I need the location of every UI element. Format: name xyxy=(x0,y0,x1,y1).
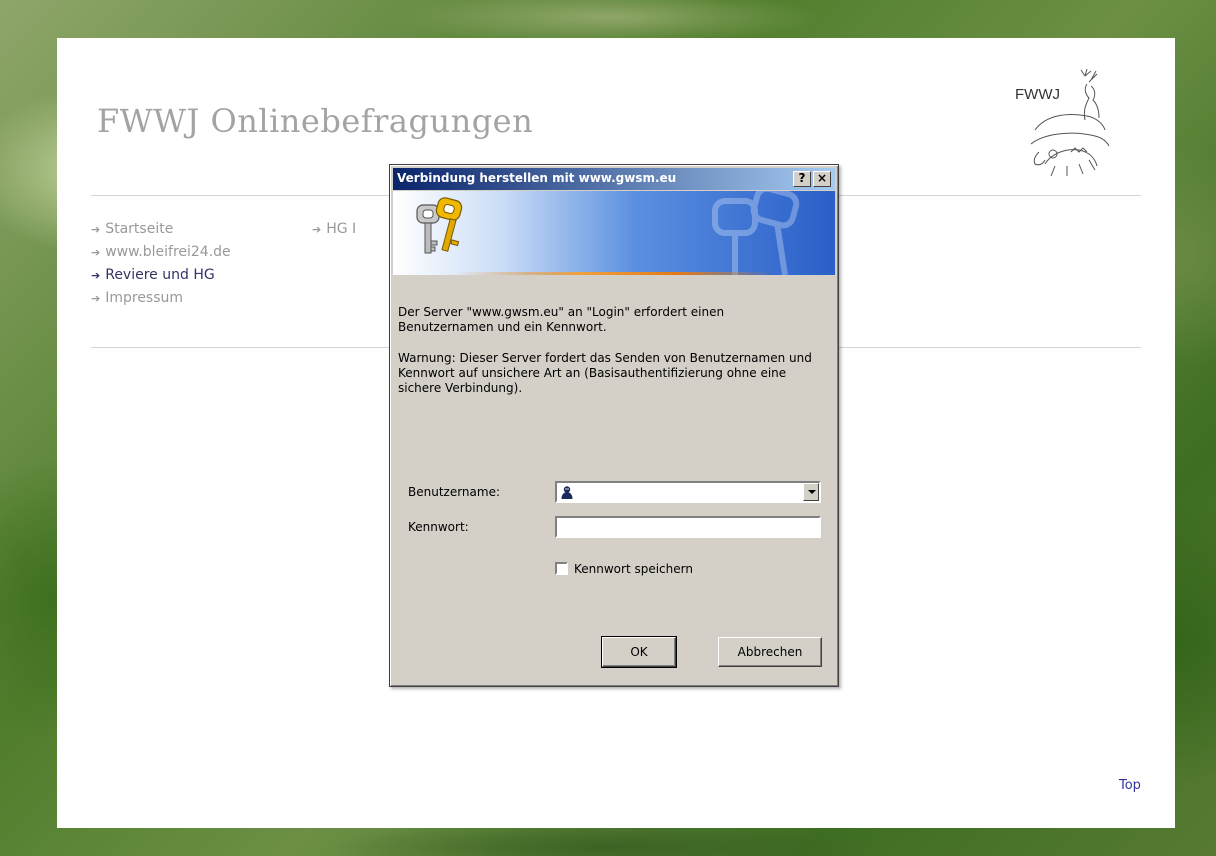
arrow-right-icon: ➔ xyxy=(91,246,101,259)
chevron-down-icon[interactable] xyxy=(803,483,819,501)
security-warning: Warnung: Dieser Server fordert das Sende… xyxy=(398,351,812,395)
arrow-right-icon: ➔ xyxy=(91,292,101,305)
dialog-banner xyxy=(393,191,835,275)
arrow-right-icon: ➔ xyxy=(91,269,101,282)
main-navigation: ➔ Startseite ➔ www.bleifrei24.de ➔ Reviere … xyxy=(91,218,231,310)
dialog-title: Verbindung herstellen mit www.gwsm.eu xyxy=(397,171,677,185)
ok-button[interactable]: OK xyxy=(601,636,677,668)
nav-item-label: www.bleifrei24.de xyxy=(105,244,231,260)
password-field[interactable] xyxy=(555,516,821,538)
login-dialog: Verbindung herstellen mit www.gwsm.eu ? … xyxy=(389,164,839,687)
banner-stripe xyxy=(453,272,773,275)
keys-watermark-icon xyxy=(712,191,800,275)
server-message: Der Server "www.gwsm.eu" an "Login" erfo… xyxy=(398,305,725,334)
fwwj-logo: FWWJ xyxy=(1015,68,1135,178)
nav-item-impressum[interactable]: ➔ Impressum xyxy=(91,287,231,310)
remember-password-checkbox[interactable] xyxy=(555,562,568,575)
nav-item-bleifrei24[interactable]: ➔ www.bleifrei24.de xyxy=(91,241,231,264)
remember-password-row[interactable]: Kennwort speichern xyxy=(555,558,693,577)
nav-item-label: HG I xyxy=(326,221,357,237)
help-button[interactable]: ? xyxy=(793,171,811,187)
secondary-navigation: ➔ HG I xyxy=(312,218,356,241)
site-title: FWWJ Onlinebefragungen xyxy=(97,102,534,140)
nav-item-label: Impressum xyxy=(105,290,184,306)
dialog-titlebar[interactable]: Verbindung herstellen mit www.gwsm.eu ? … xyxy=(393,168,835,190)
close-button[interactable]: × xyxy=(813,171,831,187)
nav-item-hg[interactable]: ➔ HG I xyxy=(312,218,356,241)
user-icon xyxy=(561,486,573,499)
arrow-right-icon: ➔ xyxy=(312,223,322,236)
nav-item-label: Startseite xyxy=(105,221,174,237)
deer-logo-icon xyxy=(1030,68,1110,177)
cancel-button[interactable]: Abbrechen xyxy=(718,637,822,667)
top-link[interactable]: Top xyxy=(1119,778,1141,793)
nav-item-reviere-und-hg[interactable]: ➔ Reviere und HG xyxy=(91,264,231,287)
nav-item-startseite[interactable]: ➔ Startseite xyxy=(91,218,231,241)
arrow-right-icon: ➔ xyxy=(91,223,101,236)
keys-icon xyxy=(416,197,463,254)
remember-password-label: Kennwort speichern xyxy=(574,561,693,576)
username-combobox[interactable] xyxy=(555,481,821,503)
nav-item-label: Reviere und HG xyxy=(105,267,215,283)
password-label: Kennwort: xyxy=(408,520,469,534)
username-label: Benutzername: xyxy=(408,485,501,499)
